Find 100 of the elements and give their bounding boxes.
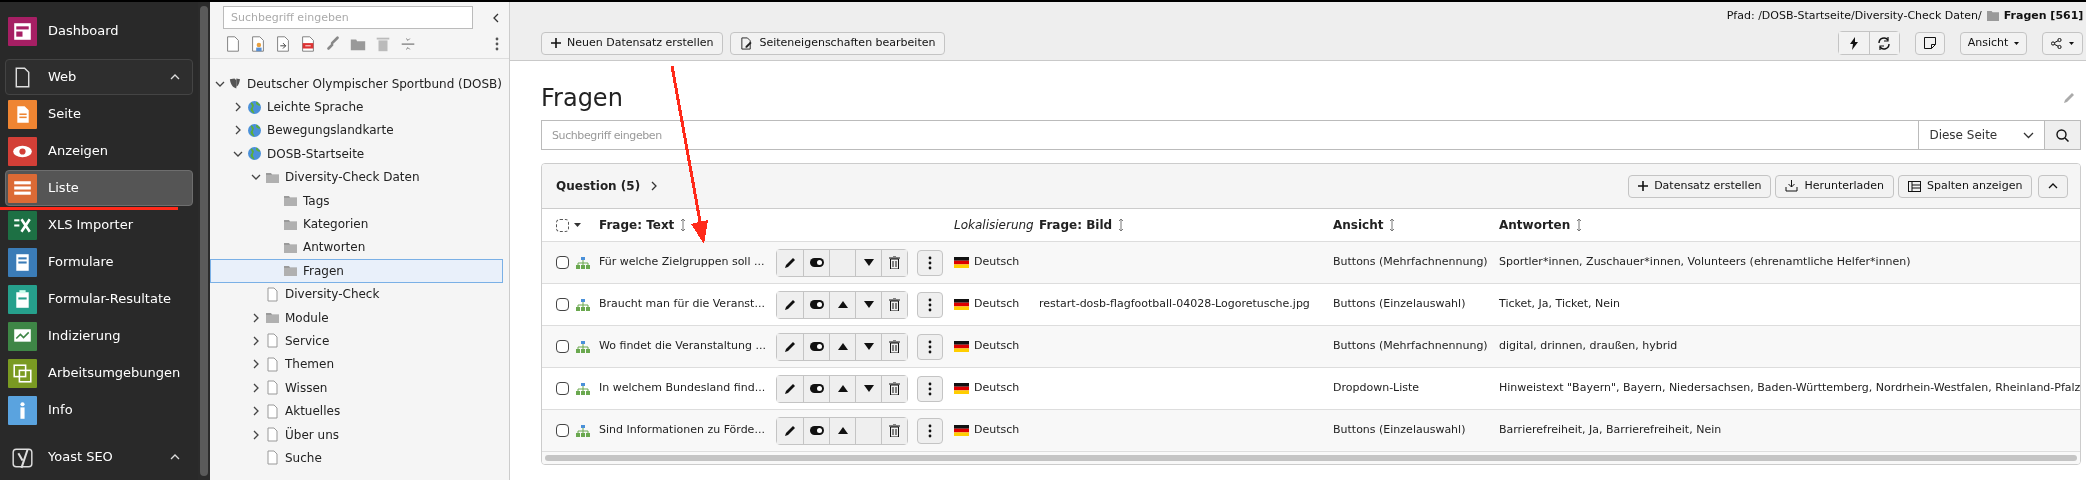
clear-cache-button[interactable] [1838, 32, 1869, 54]
sort-icon[interactable] [1118, 218, 1125, 232]
module-group-header[interactable]: Web [5, 59, 193, 95]
move-down-button[interactable] [855, 291, 881, 318]
module-item[interactable]: Arbeitsumgebungen [5, 355, 193, 391]
search-field[interactable]: Suchbegriff eingeben [541, 120, 1920, 150]
tree-node[interactable]: Leichte Sprache [210, 95, 503, 119]
visibility-toggle-button[interactable] [803, 291, 829, 318]
note-button[interactable] [1914, 31, 1945, 55]
tree-node[interactable]: Service [210, 329, 503, 353]
sort-icon[interactable] [1576, 218, 1583, 232]
tree-node[interactable]: Über uns [210, 422, 503, 447]
tree-node[interactable]: Tags [210, 188, 503, 213]
tree-node[interactable]: Kategorien [210, 212, 503, 236]
tree-node[interactable]: Bewegungslandkarte [210, 118, 503, 143]
collapse-chevron-icon[interactable] [170, 72, 180, 82]
column-header[interactable]: Frage: Bild [1039, 216, 1113, 234]
expand-toggle-icon[interactable] [251, 312, 261, 323]
row-checkbox[interactable] [556, 382, 569, 395]
sort-icon[interactable] [1389, 218, 1396, 232]
module-item[interactable]: Dashboard [5, 13, 193, 49]
module-item[interactable]: Info [5, 392, 193, 428]
move-down-button[interactable] [855, 375, 881, 402]
module-item[interactable]: Formulare [5, 244, 193, 280]
module-item[interactable]: Indizierung [5, 318, 193, 354]
delete-button[interactable] [881, 417, 907, 444]
delete-button[interactable] [881, 249, 907, 276]
edit-button[interactable] [777, 417, 803, 444]
module-item[interactable]: Seite [5, 96, 193, 132]
expand-toggle-icon[interactable] [251, 359, 261, 370]
search-field[interactable]: Suchbegriff eingeben [223, 6, 473, 29]
delete-button[interactable] [881, 291, 907, 318]
edit-button[interactable] [777, 249, 803, 276]
edit-button[interactable] [777, 333, 803, 360]
chevron-up-icon[interactable] [2048, 181, 2059, 191]
column-header[interactable]: Antworten [1499, 216, 1571, 234]
select-all-checkbox[interactable] [556, 218, 569, 232]
move-up-button[interactable] [829, 375, 855, 402]
reload-button[interactable] [1868, 32, 1899, 54]
column-header[interactable]: Ansicht [1333, 216, 1384, 234]
more-options-icon[interactable] [495, 36, 499, 51]
collapse-panel-icon[interactable] [491, 12, 501, 23]
page-remove-icon[interactable] [299, 34, 317, 53]
move-up-button[interactable] [829, 333, 855, 360]
table-action-button[interactable]: Datensatz erstellen [1628, 174, 1772, 198]
scrollbar[interactable] [545, 455, 2078, 461]
caret-icon[interactable] [574, 223, 581, 227]
visibility-toggle-button[interactable] [803, 375, 829, 402]
new-page-icon[interactable] [224, 34, 242, 53]
collapse-chevron-icon[interactable] [170, 452, 180, 462]
more-options-icon[interactable] [928, 381, 932, 396]
expand-toggle-icon[interactable] [251, 429, 261, 440]
expand-toggle-icon[interactable] [233, 102, 243, 113]
table-title[interactable]: Question (5) [556, 177, 641, 195]
tree-node[interactable]: Deutscher Olympischer Sportbund (DOSB) [210, 72, 503, 96]
expand-toggle-icon[interactable] [233, 125, 243, 136]
module-group-header[interactable]: Yoast SEO [5, 439, 193, 475]
tree-node[interactable]: Diversity-Check [210, 282, 503, 306]
tree-node[interactable]: Wissen [210, 376, 503, 400]
row-checkbox[interactable] [556, 256, 569, 269]
view-dropdown[interactable]: Ansicht [1959, 31, 2028, 55]
search-button[interactable] [2044, 120, 2082, 150]
visibility-toggle-button[interactable] [803, 249, 829, 276]
page-user-icon[interactable] [249, 34, 267, 53]
tree-node[interactable]: Themen [210, 352, 503, 377]
visibility-toggle-button[interactable] [803, 333, 829, 360]
edit-button[interactable] [777, 375, 803, 402]
row-checkbox[interactable] [556, 298, 569, 311]
tree-node[interactable]: Fragen [210, 259, 503, 283]
toolbar-button[interactable]: Seiteneigenschaften bearbeiten [730, 31, 946, 55]
visibility-toggle-button[interactable] [803, 417, 829, 444]
row-checkbox[interactable] [556, 340, 569, 353]
tree-node[interactable]: DOSB-Startseite [210, 142, 503, 166]
delete-button[interactable] [881, 375, 907, 402]
row-checkbox[interactable] [556, 424, 569, 437]
table-action-button[interactable]: Spalten anzeigen [1898, 174, 2033, 198]
tree-node[interactable]: Antworten [210, 235, 503, 260]
expand-toggle-icon[interactable] [251, 406, 261, 417]
move-down-button[interactable] [855, 249, 881, 276]
expand-toggle-icon[interactable] [251, 382, 261, 393]
expand-toggle-icon[interactable] [251, 336, 261, 346]
module-item[interactable]: Formular-Resultate [5, 281, 193, 317]
delete-button[interactable] [881, 333, 907, 360]
more-options-icon[interactable] [928, 339, 932, 354]
more-options-icon[interactable] [928, 423, 932, 438]
move-up-button[interactable] [829, 291, 855, 318]
tree-node[interactable]: Module [210, 305, 503, 330]
toolbar-button[interactable]: Neuen Datensatz erstellen [541, 31, 724, 55]
link-icon[interactable] [324, 34, 342, 53]
move-up-button[interactable] [829, 417, 855, 444]
tree-node[interactable]: Aktuelles [210, 399, 503, 423]
scope-select[interactable]: Diese Seite [1919, 120, 2045, 150]
module-item[interactable]: Anzeigen [5, 133, 193, 169]
table-action-button[interactable]: Herunterladen [1775, 174, 1895, 198]
module-item[interactable]: Liste [5, 170, 193, 206]
edit-button[interactable] [777, 291, 803, 318]
tree-node[interactable]: Diversity-Check Daten [210, 165, 503, 189]
module-item[interactable]: XLS Importer [5, 207, 193, 243]
page-import-icon[interactable] [274, 34, 292, 53]
share-dropdown[interactable] [2042, 31, 2084, 55]
